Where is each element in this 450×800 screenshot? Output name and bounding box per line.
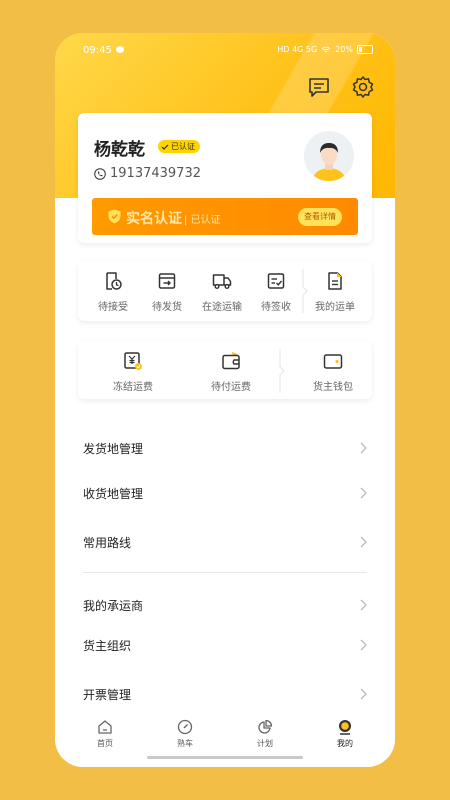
auth-title: 实名认证	[126, 211, 182, 227]
menu-label: 我的承运商	[83, 599, 144, 613]
home-icon	[98, 720, 112, 734]
tab-mine[interactable]: 我的	[320, 719, 370, 749]
verified-label: 已认证	[171, 142, 195, 151]
menu-item-common-routes[interactable]: 常用路线	[83, 527, 367, 557]
user-name: 杨乾乾	[94, 140, 145, 160]
shield-icon	[108, 209, 121, 224]
compass-icon	[177, 719, 193, 735]
waybill-pending-sign[interactable]: 待签收	[254, 271, 298, 313]
menu-label: 货主组织	[83, 639, 132, 653]
frozen-yuan-icon	[124, 352, 142, 370]
waybill-label: 待发货	[152, 302, 182, 313]
network-indicators: HD 4G 5G	[277, 45, 318, 54]
waybill-label: 待签收	[261, 302, 291, 313]
waybill-card: 待接受 待发货 在途运输 待签收 我的运单	[78, 261, 372, 321]
check-icon	[161, 144, 169, 150]
wallet-pending-icon	[222, 351, 240, 370]
tab-plan[interactable]: 计划	[240, 719, 290, 749]
menu-item-my-carriers[interactable]: 我的承运商	[83, 590, 367, 620]
phone-number: 19137439732	[110, 166, 201, 181]
waybill-label: 在途运输	[202, 302, 242, 313]
sign-receipt-icon	[267, 273, 285, 289]
clock-document-icon	[106, 272, 122, 290]
menu-label: 常用路线	[83, 536, 132, 550]
wallet-item-label: 冻结运费	[113, 382, 153, 393]
wallet-icon	[323, 354, 343, 369]
user-avatar-icon	[304, 131, 354, 181]
chevron-right-icon	[360, 487, 367, 499]
battery-percent: 20%	[335, 45, 353, 54]
menu-item-invoice[interactable]: 开票管理	[83, 679, 367, 709]
menu-item-receiving-place[interactable]: 收货地管理	[83, 478, 367, 508]
frozen-freight[interactable]: 冻结运费	[103, 351, 163, 393]
chevron-right-icon	[360, 442, 367, 454]
tab-home[interactable]: 首页	[80, 719, 130, 749]
waybill-pending-accept[interactable]: 待接受	[91, 271, 135, 313]
my-waybills[interactable]: 我的运单	[313, 271, 357, 313]
menu-label: 开票管理	[83, 688, 132, 702]
avatar[interactable]	[304, 131, 354, 181]
waybill-label: 待接受	[98, 302, 128, 313]
menu-label: 发货地管理	[83, 442, 144, 456]
phone-row: 19137439732	[94, 166, 201, 181]
wifi-icon	[321, 46, 331, 52]
waybill-in-transit[interactable]: 在途运输	[200, 271, 244, 313]
wallet-item-label: 货主钱包	[313, 382, 353, 393]
tab-label: 首页	[97, 739, 113, 748]
pie-chart-icon	[258, 719, 273, 734]
menu-item-shipper-org[interactable]: 货主组织	[83, 630, 367, 660]
status-right: HD 4G 5G 20%	[277, 45, 373, 54]
waybill-pending-ship[interactable]: 待发货	[145, 271, 189, 313]
tab-familiar-vehicles[interactable]: 熟车	[160, 719, 210, 749]
shipper-wallet[interactable]: 货主钱包	[303, 351, 363, 393]
menu-divider	[83, 572, 367, 573]
message-notification-icon	[116, 46, 124, 53]
menu-item-shipping-place[interactable]: 发货地管理	[83, 433, 367, 463]
waybill-label: 我的运单	[315, 302, 355, 313]
auth-status: | 已认证	[184, 215, 221, 226]
chevron-right-icon	[360, 639, 367, 651]
status-bar: 09:45 HD 4G 5G 20%	[83, 43, 373, 59]
phone-screen: 09:45 HD 4G 5G 20% 杨乾乾 已认证 19137439732 实…	[55, 33, 395, 767]
home-indicator[interactable]	[147, 756, 303, 759]
dispatch-box-icon	[158, 273, 176, 289]
chevron-right-icon	[360, 599, 367, 611]
chevron-right-icon	[360, 688, 367, 700]
verified-badge: 已认证	[158, 140, 200, 153]
chevron-right-icon	[360, 536, 367, 548]
real-name-auth-banner[interactable]: 实名认证 | 已认证 查看详情	[92, 198, 358, 235]
profile-card: 杨乾乾 已认证 19137439732 实名认证 | 已认证 查看详情	[78, 113, 372, 243]
document-icon	[328, 272, 342, 290]
truck-icon	[212, 274, 232, 289]
view-details-button[interactable]: 查看详情	[298, 208, 342, 226]
status-time: 09:45	[83, 45, 112, 56]
message-icon[interactable]	[307, 75, 331, 99]
pending-freight[interactable]: 待付运费	[201, 351, 261, 393]
tab-label: 计划	[257, 739, 273, 748]
tab-label: 熟车	[177, 739, 193, 748]
phone-icon	[94, 167, 106, 180]
battery-icon	[357, 45, 373, 54]
profile-icon	[339, 720, 351, 735]
wallet-item-label: 待付运费	[211, 382, 251, 393]
header-actions	[307, 75, 375, 99]
tab-label: 我的	[337, 739, 353, 748]
menu-label: 收货地管理	[83, 487, 144, 501]
wallet-card: 冻结运费 待付运费 货主钱包	[78, 341, 372, 399]
separator-arrow	[279, 349, 285, 393]
gear-icon[interactable]	[351, 75, 375, 99]
